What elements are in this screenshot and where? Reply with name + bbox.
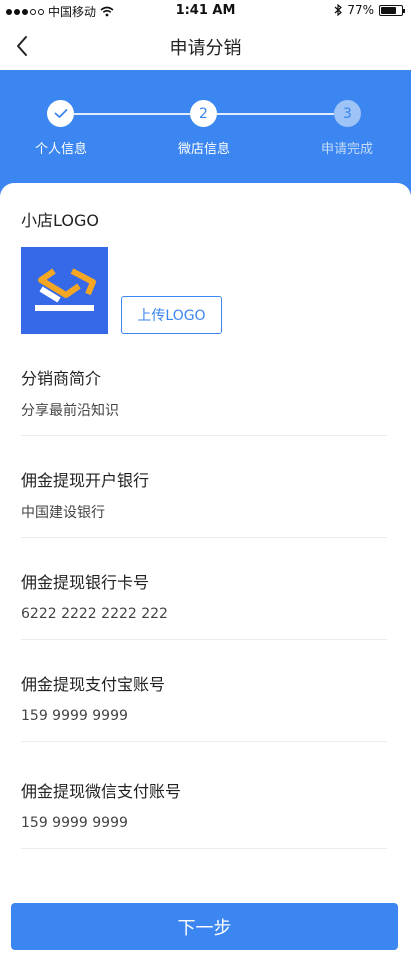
- divider: [21, 537, 387, 538]
- divider: [21, 848, 387, 849]
- next-step-button[interactable]: 下一步: [11, 903, 398, 950]
- divider: [21, 435, 387, 436]
- shop-logo-icon: [35, 268, 96, 311]
- step-2-label: 微店信息: [177, 142, 230, 157]
- step-connector: [74, 113, 190, 115]
- shop-logo-image: [21, 247, 108, 334]
- battery-icon: [379, 4, 405, 16]
- check-icon: [54, 109, 67, 118]
- divider: [21, 741, 387, 742]
- field-label-bank: 佣金提现开户银行: [21, 471, 150, 490]
- upload-logo-button[interactable]: 上传LOGO: [121, 296, 222, 334]
- form-card: 小店LOGO 上传LOGO 分销商简介 佣金提现开户银行 佣金提现银行卡号 佣金…: [0, 183, 411, 955]
- step-1-label: 个人信息: [34, 142, 87, 157]
- divider: [21, 639, 387, 640]
- logo-section-title: 小店LOGO: [21, 211, 99, 230]
- field-label-wechat: 佣金提现微信支付账号: [21, 782, 182, 801]
- wechat-input[interactable]: [21, 815, 387, 831]
- bank-input[interactable]: [21, 504, 387, 520]
- intro-input[interactable]: [21, 402, 387, 418]
- step-1-circle: [47, 100, 74, 127]
- step-3-label: 申请完成: [320, 142, 373, 157]
- nav-bar: 申请分销: [0, 22, 411, 70]
- alipay-input[interactable]: [21, 708, 387, 724]
- bluetooth-icon: [334, 4, 343, 16]
- field-label-intro: 分销商简介: [21, 369, 102, 388]
- card-number-input[interactable]: [21, 606, 387, 622]
- battery-percent: 77%: [347, 3, 374, 17]
- step-3-circle: 3: [334, 100, 361, 127]
- field-label-card-number: 佣金提现银行卡号: [21, 573, 150, 592]
- page-title: 申请分销: [169, 38, 242, 59]
- status-right: 77%: [334, 3, 405, 17]
- status-bar: 中国移动 1:41 AM 77%: [0, 0, 411, 22]
- step-2-circle: 2: [190, 100, 217, 127]
- field-label-alipay: 佣金提现支付宝账号: [21, 675, 166, 694]
- step-connector: [217, 113, 334, 115]
